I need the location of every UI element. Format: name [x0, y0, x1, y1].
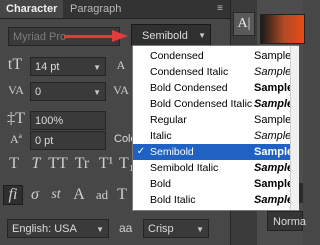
color-gradient-bar[interactable]: [260, 14, 305, 44]
anti-alias-icon: aa: [119, 221, 133, 235]
menu-item-bold-condensed[interactable]: Bold Condensed Sample: [133, 80, 298, 96]
tracking-icon: VA: [113, 83, 129, 97]
menu-item-italic[interactable]: Italic Sample: [133, 128, 298, 144]
anti-alias-value: Crisp: [148, 223, 174, 235]
menu-item-sample: Sample: [254, 162, 294, 174]
font-size-field[interactable]: 14 pt ▼: [30, 57, 106, 76]
menu-item-condensed-italic[interactable]: Condensed Italic Sample: [133, 64, 298, 80]
font-size-icon: tT: [7, 56, 23, 73]
character-panel-icon[interactable]: A|: [233, 12, 255, 36]
menu-item-sample: Sample: [254, 50, 292, 62]
kerning-icon: VA: [8, 83, 24, 97]
menu-item-semibold[interactable]: ✓ Semibold Sample: [133, 144, 298, 160]
menu-item-label: Bold Condensed: [150, 82, 228, 94]
chevron-down-icon: ▼: [196, 225, 204, 234]
menu-item-condensed[interactable]: Condensed Sample: [133, 48, 298, 64]
menu-scrollbar[interactable]: [290, 46, 299, 210]
kerning-value: 0: [35, 86, 42, 98]
baseline-shift-field[interactable]: 0 pt: [30, 131, 106, 150]
vertical-scale-icon: ‡T: [7, 110, 25, 127]
ordinals-button[interactable]: T: [114, 186, 130, 204]
chevron-down-icon: ▼: [93, 88, 101, 97]
menu-item-sample: Sample: [254, 98, 294, 110]
baseline-shift-value: 0 pt: [35, 135, 54, 147]
superscript-button[interactable]: T¹: [95, 155, 117, 173]
menu-item-label: Bold Italic: [150, 194, 196, 206]
menu-item-bold-italic[interactable]: Bold Italic Sample: [133, 192, 298, 208]
annotation-arrow-head: [112, 30, 128, 42]
chevron-down-icon: ▼: [96, 225, 104, 234]
vertical-scale-field[interactable]: 100%: [30, 111, 106, 130]
menu-item-semibold-italic[interactable]: Semibold Italic Sample: [133, 160, 298, 176]
font-style-value: Semibold: [142, 30, 188, 42]
menu-item-label: Italic: [150, 130, 172, 142]
menu-item-bold-condensed-italic[interactable]: Bold Condensed Italic Sample: [133, 96, 298, 112]
faux-bold-button[interactable]: T: [5, 155, 23, 173]
ligatures-button[interactable]: fi: [3, 185, 23, 205]
font-family-value: Myriad Pro: [13, 31, 67, 43]
panel-menu-icon[interactable]: ≡: [214, 3, 226, 15]
menu-item-sample: Sample: [254, 82, 294, 94]
tab-character[interactable]: Character: [0, 0, 64, 18]
menu-item-bold[interactable]: Bold Sample: [133, 176, 298, 192]
menu-item-sample: Sample: [254, 130, 292, 142]
menu-item-label: Regular: [150, 114, 187, 126]
menu-item-label: Condensed Italic: [150, 66, 229, 78]
font-style-dropdown[interactable]: Semibold ▼: [131, 24, 211, 46]
menu-item-sample: Sample: [254, 146, 294, 158]
annotation-arrow-shaft: [64, 35, 114, 38]
titling-alternates-button[interactable]: ad: [92, 186, 112, 204]
baseline-shift-icon: Aª: [10, 132, 22, 146]
menu-item-label: Semibold: [150, 146, 194, 158]
menu-item-sample: Sample: [254, 178, 294, 190]
leading-icon: A: [116, 58, 126, 72]
small-caps-button[interactable]: Tr: [71, 155, 93, 173]
language-value: English: USA: [12, 223, 77, 235]
vertical-scale-value: 100%: [35, 115, 64, 127]
discretionary-ligatures-button[interactable]: σ: [26, 186, 44, 204]
faux-italic-button[interactable]: T: [27, 155, 45, 173]
all-caps-button[interactable]: TT: [47, 155, 69, 173]
font-size-value: 14 pt: [35, 61, 60, 73]
kerning-field[interactable]: 0 ▼: [30, 82, 106, 101]
menu-item-label: Bold Condensed Italic: [150, 98, 253, 110]
chevron-down-icon: ▼: [93, 63, 101, 72]
menu-item-sample: Sample: [254, 194, 294, 206]
subscript-button[interactable]: T₁: [119, 155, 134, 173]
menu-item-label: Semibold Italic: [150, 162, 219, 174]
blend-mode-dropdown[interactable]: Norma: [267, 211, 306, 231]
chevron-down-icon: ▼: [198, 31, 206, 40]
menu-item-label: Condensed: [150, 50, 204, 62]
anti-alias-dropdown[interactable]: Crisp ▼: [143, 219, 209, 238]
menu-item-label: Bold: [150, 178, 172, 190]
menu-item-regular[interactable]: Regular Sample: [133, 112, 298, 128]
tab-paragraph[interactable]: Paragraph: [64, 0, 127, 18]
checkmark-icon: ✓: [136, 146, 146, 157]
swash-button[interactable]: st: [46, 186, 66, 204]
language-dropdown[interactable]: English: USA ▼: [7, 219, 109, 238]
stylistic-alternates-button[interactable]: A: [70, 186, 88, 204]
menu-item-sample: Sample: [254, 114, 292, 126]
menu-item-sample: Sample: [254, 66, 292, 78]
font-style-menu: Condensed Sample Condensed Italic Sample Bol…: [132, 45, 299, 211]
